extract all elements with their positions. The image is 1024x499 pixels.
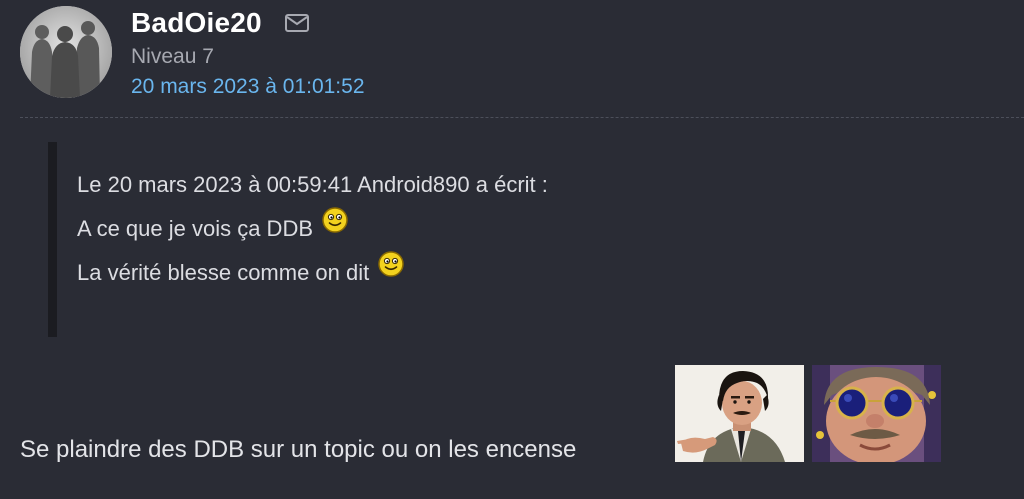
message-text: Se plaindre des DDB sur un topic ou on l… <box>20 436 577 463</box>
avatar[interactable] <box>20 6 112 98</box>
quote-header-text: Le 20 mars 2023 à 00:59:41 Android890 a … <box>77 172 548 197</box>
quote-block: Le 20 mars 2023 à 00:59:41 Android890 a … <box>48 142 757 337</box>
smiley-icon <box>378 251 405 277</box>
sticker-man-pointing <box>675 365 804 462</box>
user-level: Niveau 7 <box>131 45 214 68</box>
quote-content: Le 20 mars 2023 à 00:59:41 Android890 a … <box>77 168 548 300</box>
author-row: BadOie20 <box>131 6 310 40</box>
sticker-image <box>812 365 941 462</box>
avatar-image <box>20 6 112 98</box>
forum-post: BadOie20 Niveau 7 20 mars 2023 à 01:01:5… <box>0 0 1024 499</box>
quote-line-text: La vérité blesse comme on dit <box>77 260 370 285</box>
post-date-link[interactable]: 20 mars 2023 à 01:01:52 <box>131 75 365 99</box>
quote-line: La vérité blesse comme on dit <box>77 251 548 300</box>
envelope-icon[interactable] <box>284 13 310 33</box>
sticker-man-sunglasses <box>812 365 941 462</box>
separator <box>20 117 1024 118</box>
author-name[interactable]: BadOie20 <box>131 7 262 39</box>
smiley-icon <box>322 207 348 233</box>
quote-line: A ce que je vois ça DDB <box>77 207 548 256</box>
quote-line-text: A ce que je vois ça DDB <box>77 216 314 241</box>
sticker-image <box>675 365 804 462</box>
quote-header: Le 20 mars 2023 à 00:59:41 Android890 a … <box>77 168 548 212</box>
